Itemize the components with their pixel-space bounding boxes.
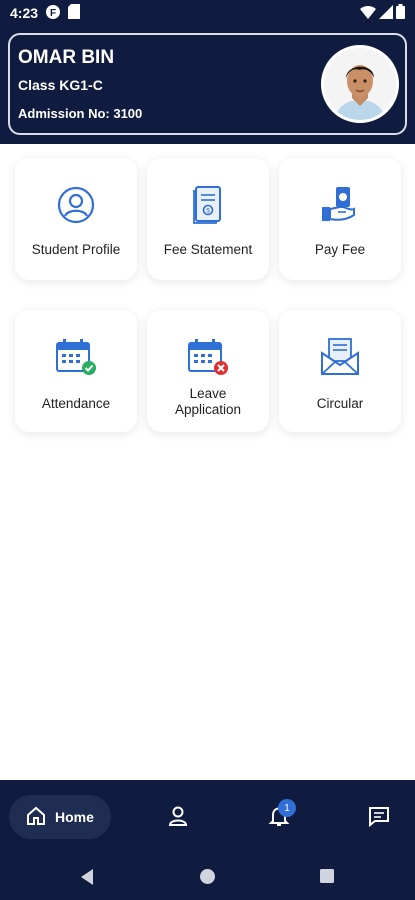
tile-student-profile[interactable]: Student Profile <box>15 158 137 280</box>
status-bar: 4:23 F <box>0 0 415 26</box>
tile-pay-fee[interactable]: Pay Fee <box>279 158 401 280</box>
home-icon <box>25 805 47 830</box>
attendance-icon <box>55 336 97 378</box>
tile-label: Circular <box>316 396 364 411</box>
bottom-nav: Home <box>0 780 415 852</box>
tile-label: Pay Fee <box>314 242 366 257</box>
tile-fee-statement[interactable]: $ Fee Statement <box>147 158 269 280</box>
leave-application-icon <box>187 336 229 378</box>
student-class: Class KG1-C <box>18 77 103 93</box>
nav-home-label: Home <box>55 809 94 825</box>
tile-leave-application[interactable]: Leave Application <box>147 310 269 432</box>
admission-number: Admission No: 3100 <box>18 106 143 121</box>
recents-icon[interactable] <box>319 868 335 889</box>
tile-label: Student Profile <box>31 242 121 257</box>
fee-statement-icon: $ <box>187 184 229 226</box>
tile-label-line2: Application <box>174 402 242 417</box>
home-circle-icon[interactable] <box>199 868 216 890</box>
profile-card[interactable]: OMAR BIN Class KG1-C Admission No: 3100 <box>8 33 407 135</box>
tile-attendance[interactable]: Attendance <box>15 310 137 432</box>
notification-badge: 1 <box>278 799 296 817</box>
nav-home-button[interactable]: Home <box>9 795 111 839</box>
student-profile-icon <box>55 184 97 226</box>
notification-f-icon: F <box>45 4 61 23</box>
signal-icon <box>379 4 393 22</box>
system-nav-bar <box>0 852 415 900</box>
tile-label: Fee Statement <box>163 242 253 257</box>
sim-card-icon <box>68 4 81 22</box>
back-icon[interactable] <box>79 868 95 891</box>
tile-label-line1: Leave <box>189 386 227 401</box>
avatar[interactable] <box>321 45 399 123</box>
battery-icon <box>396 4 405 22</box>
tile-circular[interactable]: Circular <box>279 310 401 432</box>
profile-icon[interactable] <box>166 804 190 828</box>
circular-icon <box>319 336 361 378</box>
tile-label: Attendance <box>41 396 111 411</box>
student-name: OMAR BIN <box>18 47 115 68</box>
status-time: 4:23 <box>10 5 39 21</box>
pay-fee-icon <box>319 184 361 226</box>
chat-icon[interactable] <box>367 804 391 828</box>
svg-text:F: F <box>50 8 56 19</box>
wifi-icon <box>360 5 376 22</box>
